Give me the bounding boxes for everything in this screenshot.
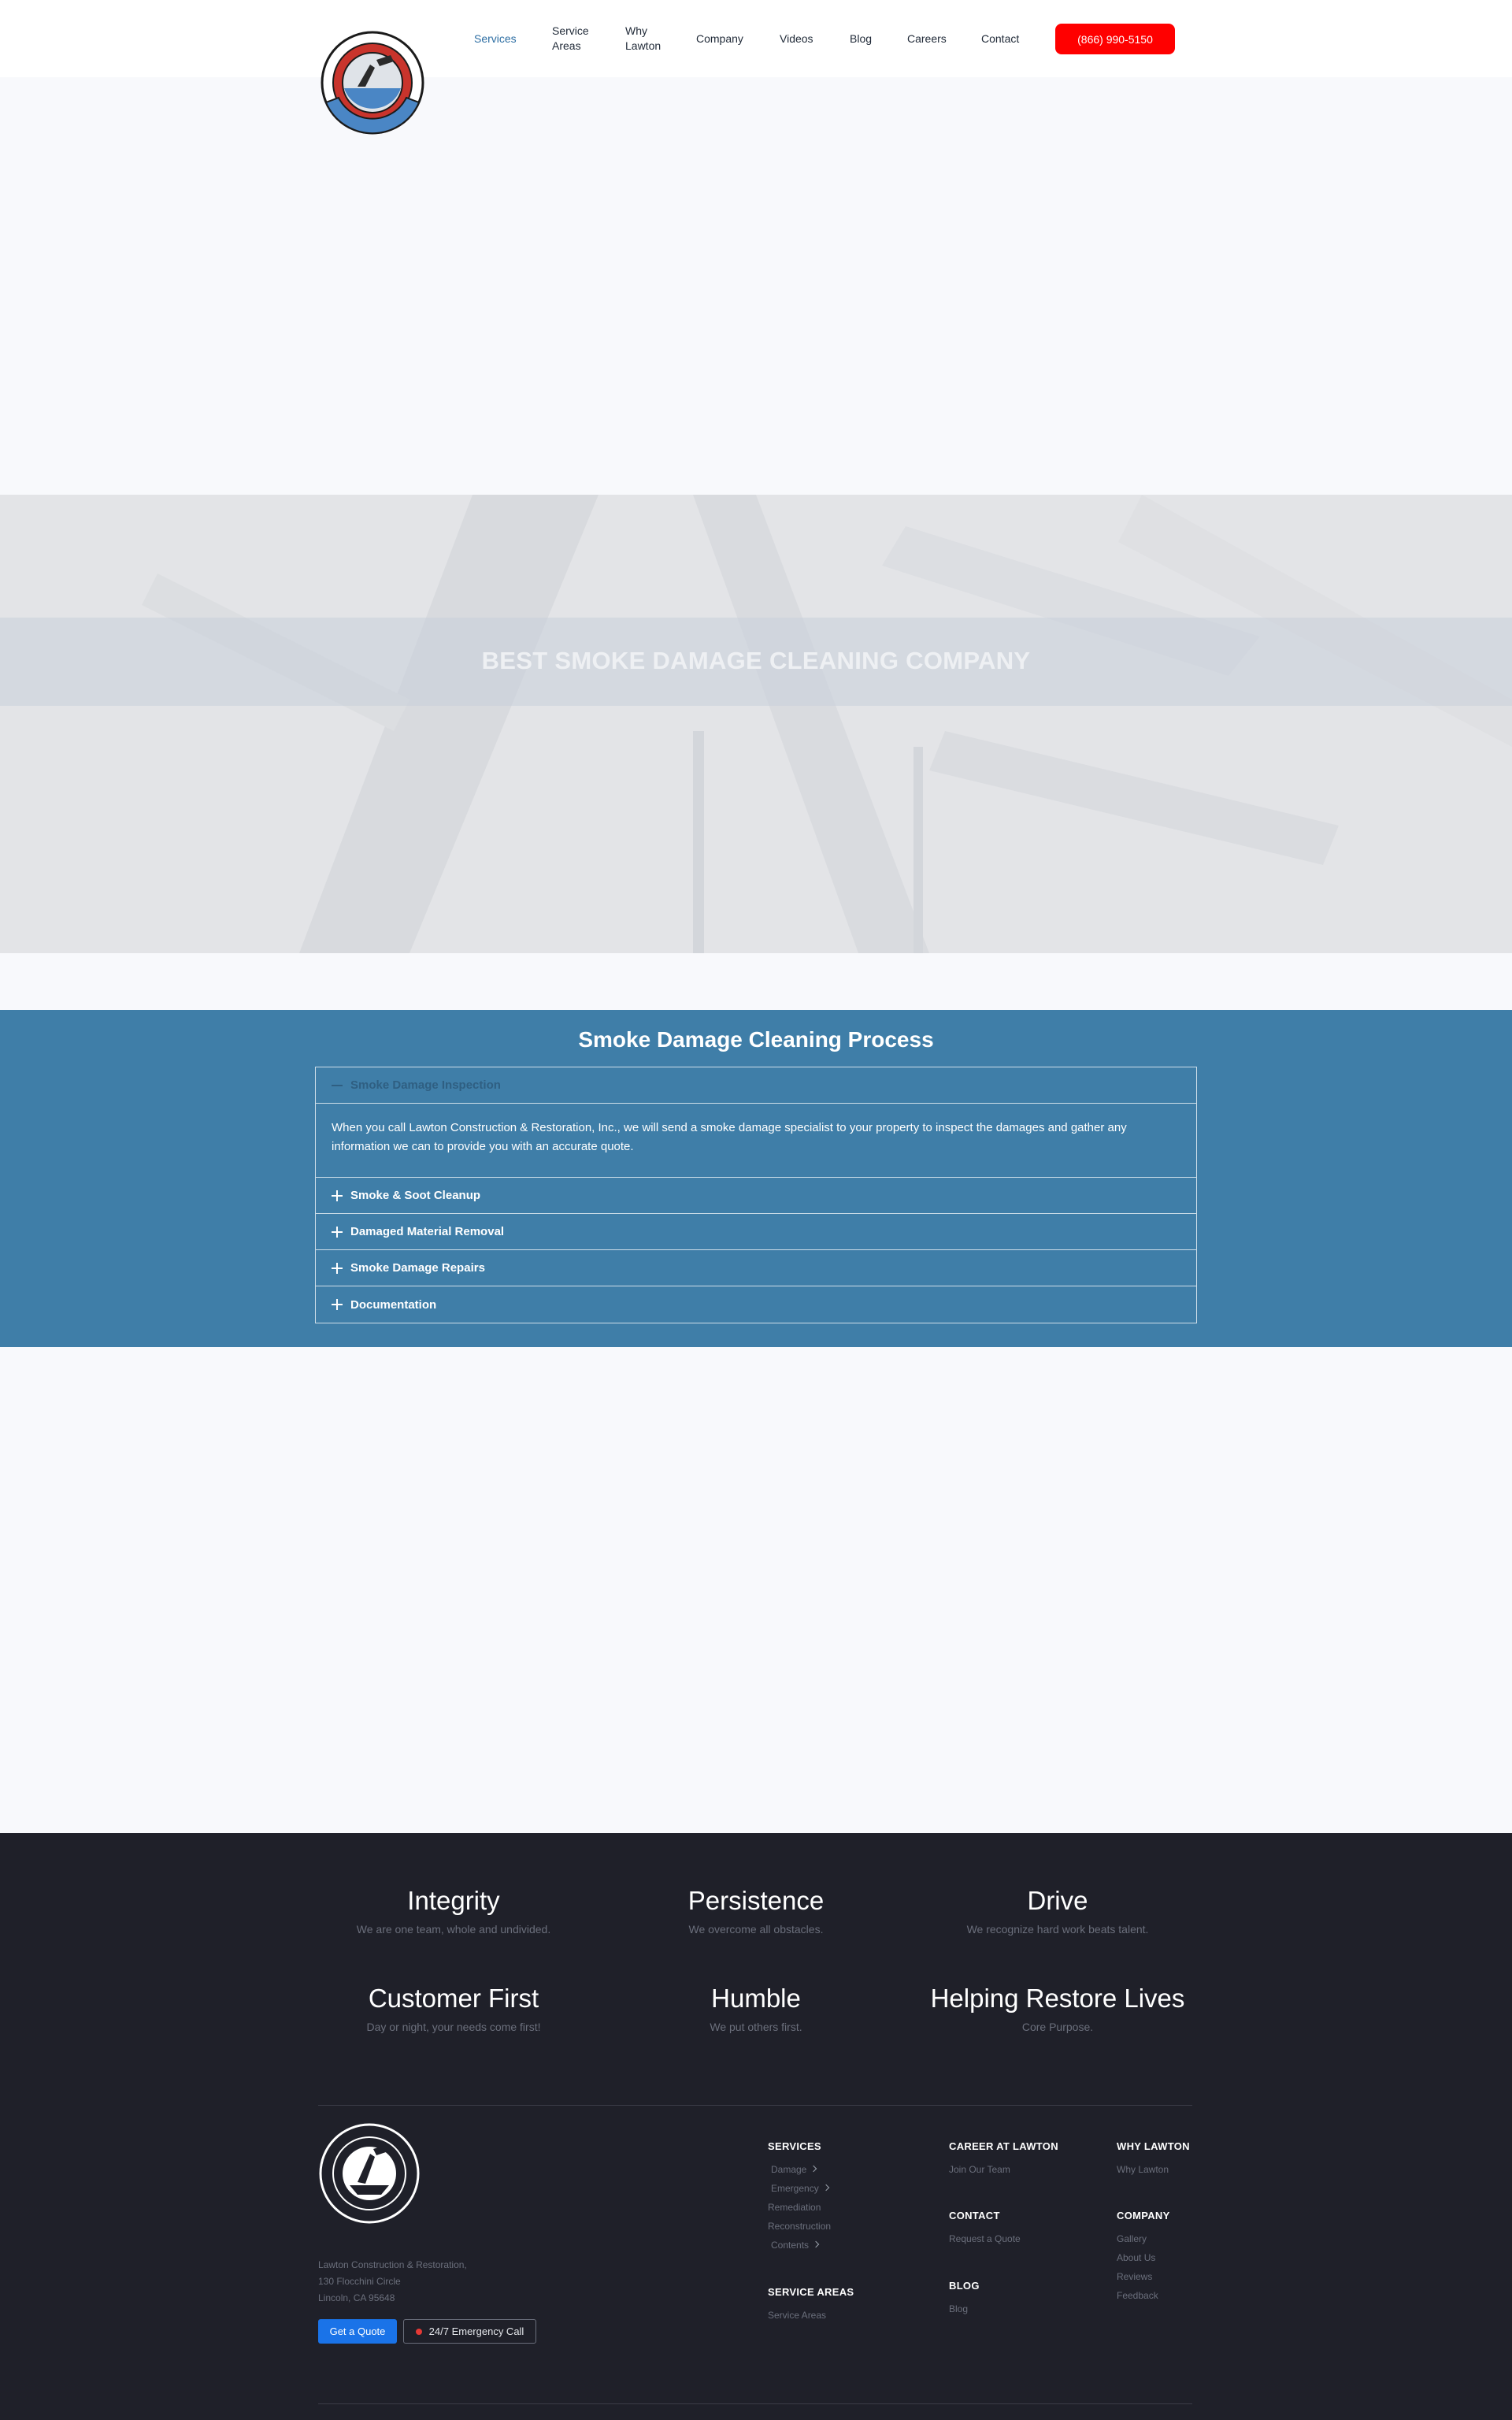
hero-banner: BEST SMOKE DAMAGE CLEANING COMPANY xyxy=(0,495,1512,953)
nav-careers[interactable]: Careers xyxy=(907,32,947,46)
accordion-label: Damaged Material Removal xyxy=(350,1225,505,1238)
footer-bottom-divider xyxy=(318,2403,1192,2404)
footer-link-label: Emergency xyxy=(771,2183,819,2194)
get-a-quote-button[interactable]: Get a Quote xyxy=(318,2319,397,2344)
address-line: Lincoln, CA 95648 xyxy=(318,2292,395,2303)
footer-heading-why-lawton: WHY LAWTON xyxy=(1117,2140,1190,2152)
accordion-label: Smoke Damage Repairs xyxy=(350,1261,485,1275)
plus-icon xyxy=(332,1190,343,1201)
value-customer-first: Customer First Day or night, your needs … xyxy=(304,1984,603,2033)
hero-background-image xyxy=(142,495,1512,953)
accordion-item-repairs[interactable]: Smoke Damage Repairs xyxy=(316,1250,1196,1286)
footer-heading-contact: CONTACT xyxy=(949,2210,1000,2221)
footer-logo[interactable] xyxy=(318,2122,421,2225)
nav-videos[interactable]: Videos xyxy=(780,32,813,46)
footer-heading-services: SERVICES xyxy=(768,2140,821,2152)
footer-link-emergency[interactable]: Emergency xyxy=(771,2183,829,2194)
value-title: Humble xyxy=(711,1984,801,2013)
process-title: Smoke Damage Cleaning Process xyxy=(578,1027,934,1052)
site-header: Services Service Areas Why Lawton Compan… xyxy=(0,0,1512,135)
hero-title: BEST SMOKE DAMAGE CLEANING COMPANY xyxy=(481,647,1031,674)
accordion-item-soot-cleanup[interactable]: Smoke & Soot Cleanup xyxy=(316,1178,1196,1214)
plus-icon xyxy=(332,1299,343,1310)
company-logo[interactable] xyxy=(320,30,425,135)
value-title: Customer First xyxy=(368,1984,539,2013)
footer-link-label: Contents xyxy=(771,2240,810,2251)
footer-heading-service-areas: SERVICE AREAS xyxy=(768,2286,854,2298)
plus-icon xyxy=(332,1262,343,1274)
phone-button[interactable]: (866) 990-5150 xyxy=(1055,24,1175,54)
nav-service-areas[interactable]: Service Areas xyxy=(552,24,596,54)
footer-link-damage[interactable]: Damage xyxy=(771,2164,817,2175)
address-line: 130 Flocchini Circle xyxy=(318,2276,401,2287)
value-subtitle: We are one team, whole and undivided. xyxy=(356,1923,551,1936)
nav-services[interactable]: Services xyxy=(474,32,517,46)
footer-link-why-lawton[interactable]: Why Lawton xyxy=(1117,2164,1169,2175)
status-dot-icon xyxy=(415,2328,422,2335)
accordion-item-material-removal[interactable]: Damaged Material Removal xyxy=(316,1214,1196,1250)
emergency-call-button[interactable]: 24/7 Emergency Call xyxy=(403,2319,536,2344)
footer-link-blog[interactable]: Blog xyxy=(949,2303,968,2314)
value-humble: Humble We put others first. xyxy=(606,1984,906,2033)
footer-link-feedback[interactable]: Feedback xyxy=(1117,2290,1158,2301)
footer-link-contents[interactable]: Contents xyxy=(771,2240,820,2251)
process-accordion: Smoke Damage Inspection When you call La… xyxy=(315,1067,1197,1323)
nav-contact[interactable]: Contact xyxy=(981,32,1019,46)
footer-address: Lawton Construction & Restoration, 130 F… xyxy=(318,2257,467,2307)
accordion-label: Smoke & Soot Cleanup xyxy=(350,1189,481,1202)
footer-link-request-quote[interactable]: Request a Quote xyxy=(949,2233,1021,2244)
nav-company[interactable]: Company xyxy=(696,32,743,46)
footer-link-join-our-team[interactable]: Join Our Team xyxy=(949,2164,1010,2175)
accordion-label: Documentation xyxy=(350,1297,437,1312)
minus-icon xyxy=(332,1080,343,1091)
value-subtitle: We put others first. xyxy=(710,2021,802,2033)
value-helping-restore-lives: Helping Restore Lives Core Purpose. xyxy=(908,1984,1207,2033)
footer-link-remediation[interactable]: Remediation xyxy=(768,2202,821,2213)
footer-link-service-areas[interactable]: Service Areas xyxy=(768,2310,826,2321)
chevron-right-icon xyxy=(822,2184,829,2192)
main-nav: Services Service Areas Why Lawton Compan… xyxy=(0,0,1512,77)
value-subtitle: Day or night, your needs come first! xyxy=(366,2021,541,2033)
accordion-body: When you call Lawton Construction & Rest… xyxy=(316,1104,1196,1178)
value-integrity: Integrity We are one team, whole and und… xyxy=(304,1886,603,1936)
footer-heading-blog: BLOG xyxy=(949,2280,980,2292)
value-subtitle: We overcome all obstacles. xyxy=(688,1923,824,1936)
site-footer: Integrity We are one team, whole and und… xyxy=(0,1833,1512,2420)
accordion-item-inspection[interactable]: Smoke Damage Inspection xyxy=(316,1067,1196,1104)
plus-icon xyxy=(332,1226,343,1238)
nav-why-lawton[interactable]: Why Lawton xyxy=(625,24,666,54)
footer-link-reconstruction[interactable]: Reconstruction xyxy=(768,2221,831,2232)
nav-blog[interactable]: Blog xyxy=(850,32,872,46)
value-title: Integrity xyxy=(407,1886,500,1915)
footer-link-label: Damage xyxy=(771,2164,807,2175)
footer-heading-company: COMPANY xyxy=(1117,2210,1170,2221)
value-subtitle: We recognize hard work beats talent. xyxy=(966,1923,1149,1936)
value-title: Helping Restore Lives xyxy=(930,1984,1185,2013)
emergency-call-label: 24/7 Emergency Call xyxy=(428,2325,524,2337)
footer-link-about-us[interactable]: About Us xyxy=(1117,2252,1155,2263)
process-section: Smoke Damage Cleaning Process Smoke Dama… xyxy=(0,1010,1512,1347)
footer-heading-career: CAREER AT LAWTON xyxy=(949,2140,1058,2152)
value-persistence: Persistence We overcome all obstacles. xyxy=(606,1886,906,1936)
value-subtitle: Core Purpose. xyxy=(1021,2021,1094,2033)
value-title: Persistence xyxy=(687,1886,825,1915)
footer-link-reviews[interactable]: Reviews xyxy=(1117,2271,1152,2282)
value-title: Drive xyxy=(1027,1886,1088,1915)
accordion-label: Smoke Damage Inspection xyxy=(350,1078,501,1092)
footer-divider xyxy=(318,2105,1192,2106)
chevron-right-icon xyxy=(812,2240,820,2248)
accordion-item-documentation[interactable]: Documentation xyxy=(316,1286,1196,1323)
chevron-right-icon xyxy=(810,2165,817,2173)
footer-link-gallery[interactable]: Gallery xyxy=(1117,2233,1147,2244)
address-line: Lawton Construction & Restoration, xyxy=(318,2259,467,2270)
value-drive: Drive We recognize hard work beats talen… xyxy=(908,1886,1207,1936)
